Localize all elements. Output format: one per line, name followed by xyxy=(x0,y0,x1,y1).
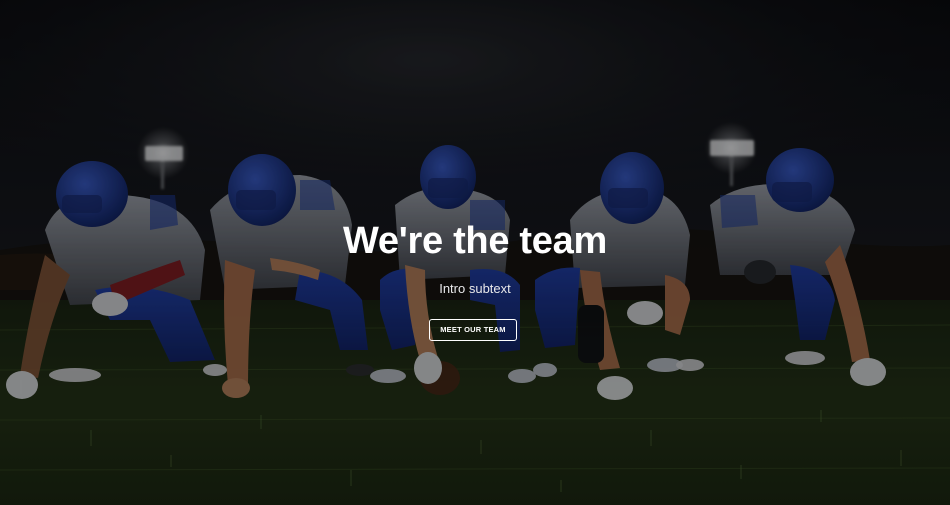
hero-section: We're the team Intro subtext MEET OUR TE… xyxy=(0,0,950,505)
hero-subtext: Intro subtext xyxy=(439,281,511,296)
hero-content: We're the team Intro subtext MEET OUR TE… xyxy=(0,0,950,505)
meet-our-team-button[interactable]: MEET OUR TEAM xyxy=(429,319,517,341)
hero-title: We're the team xyxy=(343,220,607,262)
